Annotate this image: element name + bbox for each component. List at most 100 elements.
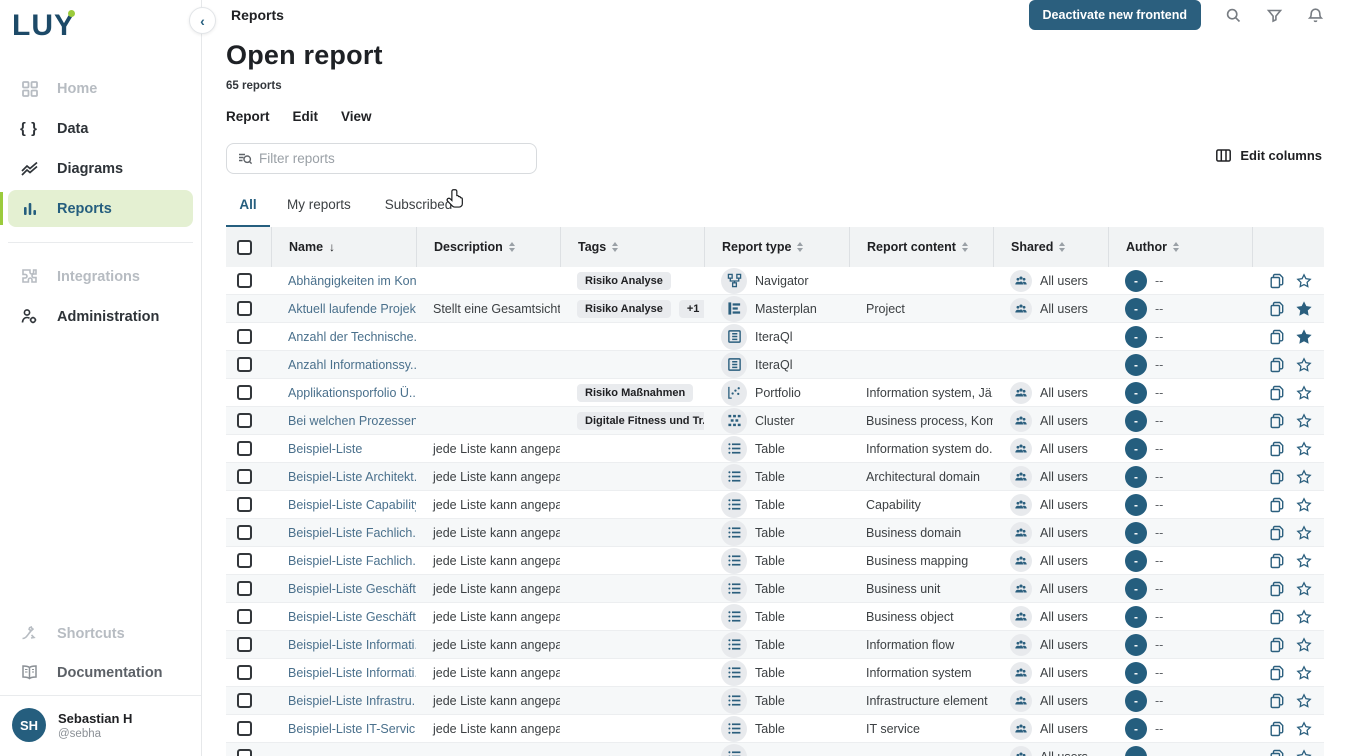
copy-icon[interactable] <box>1269 357 1285 373</box>
star-outline-icon[interactable] <box>1296 357 1312 373</box>
star-outline-icon[interactable] <box>1296 525 1312 541</box>
sidebar-item-documentation[interactable]: Documentation <box>8 654 193 691</box>
star-outline-icon[interactable] <box>1296 273 1312 289</box>
report-name-link[interactable]: Beispiel-Liste Informati... <box>288 638 416 652</box>
report-name-link[interactable]: Beispiel-Liste Fachlich... <box>288 526 416 540</box>
copy-icon[interactable] <box>1269 693 1285 709</box>
row-checkbox[interactable] <box>237 553 252 568</box>
row-checkbox[interactable] <box>237 497 252 512</box>
table-row[interactable]: Aktuell laufende Projek...Stellt eine Ge… <box>226 295 1324 323</box>
copy-icon[interactable] <box>1269 553 1285 569</box>
sidebar-item-diagrams[interactable]: Diagrams <box>8 150 193 187</box>
filter-icon[interactable] <box>1266 7 1283 24</box>
star-outline-icon[interactable] <box>1296 693 1312 709</box>
star-outline-icon[interactable] <box>1296 469 1312 485</box>
column-header-shared[interactable]: Shared <box>993 227 1108 267</box>
row-checkbox[interactable] <box>237 301 252 316</box>
copy-icon[interactable] <box>1269 637 1285 653</box>
row-checkbox[interactable] <box>237 329 252 344</box>
table-row[interactable]: Beispiel-Liste IT-Servic...jede Liste ka… <box>226 715 1324 743</box>
sidebar-item-integrations[interactable]: Integrations <box>8 258 193 295</box>
copy-icon[interactable] <box>1269 749 1285 756</box>
table-row[interactable]: Beispiel-Listejede Liste kann angepa...T… <box>226 435 1324 463</box>
star-filled-icon[interactable] <box>1296 301 1312 317</box>
report-name-link[interactable]: Beispiel-Liste Informati... <box>288 666 416 680</box>
table-row[interactable]: Beispiel-Liste Informati...jede Liste ka… <box>226 659 1324 687</box>
row-checkbox[interactable] <box>237 721 252 736</box>
report-name-link[interactable]: Beispiel-Liste Geschäft... <box>288 582 416 596</box>
sidebar-item-home[interactable]: Home <box>8 70 193 107</box>
copy-icon[interactable] <box>1269 665 1285 681</box>
row-checkbox[interactable] <box>237 413 252 428</box>
report-name-link[interactable]: Beispiel-Liste Capability <box>288 498 416 512</box>
edit-columns-button[interactable]: Edit columns <box>1215 147 1324 164</box>
star-outline-icon[interactable] <box>1296 441 1312 457</box>
report-name-link[interactable]: Beispiel-Liste IT-Servic... <box>288 722 416 736</box>
table-row[interactable]: Beispiel-Liste Capabilityjede Liste kann… <box>226 491 1324 519</box>
report-name-link[interactable]: Beispiel-Liste Architekt... <box>288 470 416 484</box>
copy-icon[interactable] <box>1269 273 1285 289</box>
row-checkbox[interactable] <box>237 385 252 400</box>
filter-reports-input[interactable] <box>259 151 526 166</box>
table-row[interactable]: Beispiel-Liste Geschäft...jede Liste kan… <box>226 603 1324 631</box>
copy-icon[interactable] <box>1269 441 1285 457</box>
deactivate-frontend-button[interactable]: Deactivate new frontend <box>1029 0 1201 30</box>
report-name-link[interactable]: Beispiel-Liste Geschäft... <box>288 610 416 624</box>
row-checkbox[interactable] <box>237 441 252 456</box>
star-outline-icon[interactable] <box>1296 413 1312 429</box>
sidebar-item-administration[interactable]: Administration <box>8 298 193 335</box>
table-row[interactable]: Beispiel-Liste Infrastru...jede Liste ka… <box>226 687 1324 715</box>
table-row[interactable]: Beispiel-Liste Architekt...jede Liste ka… <box>226 463 1324 491</box>
tab-subscribed[interactable]: Subscribed <box>368 182 470 227</box>
user-profile[interactable]: SH Sebastian H @sebha <box>0 695 201 756</box>
copy-icon[interactable] <box>1269 469 1285 485</box>
search-icon[interactable] <box>1225 7 1242 24</box>
table-row[interactable]: Beispiel-Liste Informati...jede Liste ka… <box>226 631 1324 659</box>
sidebar-item-reports[interactable]: Reports <box>8 190 193 227</box>
tab-all[interactable]: All <box>226 182 270 227</box>
menu-view[interactable]: View <box>341 109 372 124</box>
star-outline-icon[interactable] <box>1296 497 1312 513</box>
row-checkbox[interactable] <box>237 469 252 484</box>
select-all-checkbox[interactable] <box>237 240 252 255</box>
row-checkbox[interactable] <box>237 693 252 708</box>
star-outline-icon[interactable] <box>1296 581 1312 597</box>
copy-icon[interactable] <box>1269 413 1285 429</box>
copy-icon[interactable] <box>1269 385 1285 401</box>
table-row[interactable]: Anzahl Informationssy...IteraQl--- <box>226 351 1324 379</box>
column-header-name[interactable]: Name ↓ <box>271 227 416 267</box>
copy-icon[interactable] <box>1269 497 1285 513</box>
report-name-link[interactable]: Aktuell laufende Projek... <box>288 302 416 316</box>
star-outline-icon[interactable] <box>1296 609 1312 625</box>
report-name-link[interactable]: Anzahl der Technische... <box>288 330 416 344</box>
column-header-report-type[interactable]: Report type <box>704 227 849 267</box>
luy-logo[interactable]: LUY <box>12 8 82 44</box>
column-header-report-content[interactable]: Report content <box>849 227 993 267</box>
star-filled-icon[interactable] <box>1296 329 1312 345</box>
copy-icon[interactable] <box>1269 301 1285 317</box>
table-row[interactable]: Beispiel-Liste Fachlich...jede Liste kan… <box>226 547 1324 575</box>
copy-icon[interactable] <box>1269 609 1285 625</box>
star-outline-icon[interactable] <box>1296 637 1312 653</box>
copy-icon[interactable] <box>1269 581 1285 597</box>
report-name-link[interactable]: Anzahl Informationssy... <box>288 358 416 372</box>
row-checkbox[interactable] <box>237 525 252 540</box>
report-name-link[interactable]: Bei welchen Prozessen... <box>288 414 416 428</box>
star-outline-icon[interactable] <box>1296 749 1312 756</box>
sidebar-collapse-button[interactable]: ‹ <box>189 7 216 34</box>
table-row[interactable]: Beispiel-Liste Fachlich...jede Liste kan… <box>226 519 1324 547</box>
row-checkbox[interactable] <box>237 609 252 624</box>
column-header-description[interactable]: Description <box>416 227 560 267</box>
copy-icon[interactable] <box>1269 525 1285 541</box>
copy-icon[interactable] <box>1269 721 1285 737</box>
row-checkbox[interactable] <box>237 357 252 372</box>
column-header-tags[interactable]: Tags <box>560 227 704 267</box>
row-checkbox[interactable] <box>237 273 252 288</box>
sidebar-item-shortcuts[interactable]: Shortcuts <box>8 615 193 652</box>
tab-my-reports[interactable]: My reports <box>270 182 368 227</box>
report-name-link[interactable]: Abhängigkeiten im Kon... <box>288 274 416 288</box>
star-outline-icon[interactable] <box>1296 665 1312 681</box>
star-outline-icon[interactable] <box>1296 385 1312 401</box>
row-checkbox[interactable] <box>237 665 252 680</box>
menu-report[interactable]: Report <box>226 109 270 124</box>
